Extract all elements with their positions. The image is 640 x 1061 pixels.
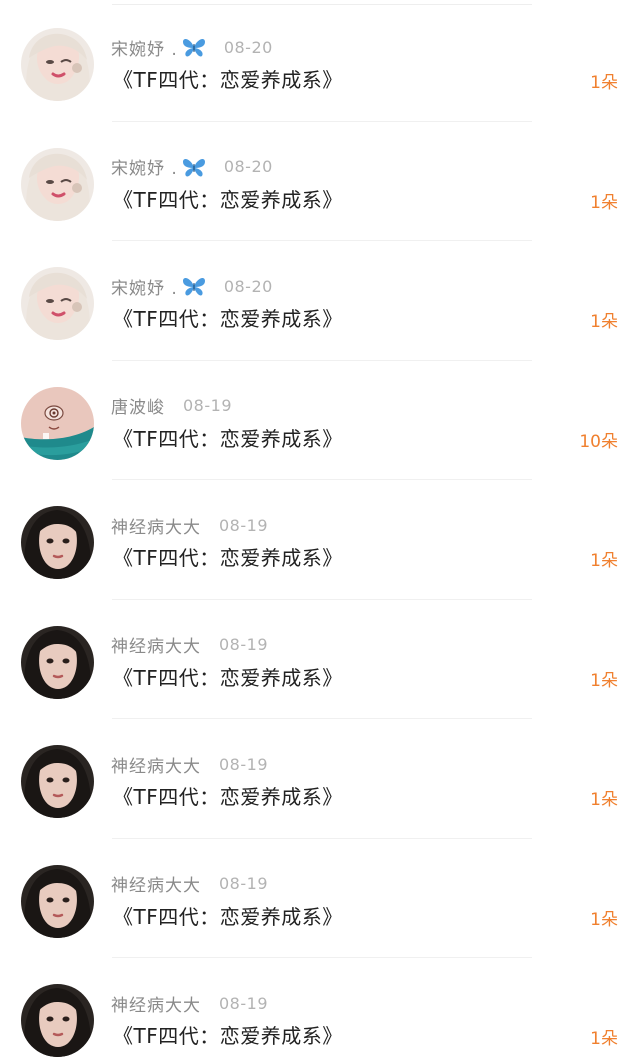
list-item[interactable]: 宋婉妤 . 08-20 《TF四代：恋爱养成系》 1朵 bbox=[0, 241, 640, 361]
gift-count: 10朵 bbox=[579, 431, 618, 452]
list-item[interactable]: 宋婉妤 . 08-20 《TF四代：恋爱养成系》 1朵 bbox=[0, 122, 640, 241]
date: 08-19 bbox=[219, 635, 268, 654]
date: 08-20 bbox=[223, 37, 273, 57]
username[interactable]: 神经病大大 bbox=[111, 632, 201, 657]
butterfly-icon bbox=[182, 275, 206, 297]
book-title[interactable]: 《TF四代：恋爱养成系》 bbox=[113, 303, 343, 332]
username[interactable]: 神经病大大 bbox=[111, 752, 201, 777]
date: 08-19 bbox=[219, 515, 268, 535]
name-line: 唐波峻 08-19 bbox=[111, 394, 232, 418]
date: 08-20 bbox=[223, 157, 273, 176]
name-line: 宋婉妤 . 08-20 bbox=[111, 274, 273, 299]
list-item[interactable]: 宋婉妤 . 08-20 《TF四代：恋爱养成系》 1朵 bbox=[0, 2, 640, 122]
list-item[interactable]: 唐波峻 08-19 《TF四代：恋爱养成系》 10朵 bbox=[0, 361, 640, 480]
book-title[interactable]: 《TF四代：恋爱养成系》 bbox=[113, 901, 343, 930]
gift-count: 1朵 bbox=[590, 1029, 618, 1049]
butterfly-icon bbox=[182, 156, 206, 178]
avatar[interactable] bbox=[21, 386, 94, 460]
butterfly-icon bbox=[182, 36, 206, 58]
avatar[interactable] bbox=[21, 506, 94, 579]
list-item[interactable]: 神经病大大 08-19 《TF四代：恋爱养成系》 1朵 bbox=[0, 839, 640, 958]
book-title[interactable]: 《TF四代：恋爱养成系》 bbox=[113, 662, 343, 691]
name-line: 神经病大大 08-19 bbox=[111, 752, 268, 777]
username[interactable]: 唐波峻 bbox=[111, 393, 165, 418]
username[interactable]: 宋婉妤 . bbox=[111, 154, 178, 179]
name-line: 神经病大大 08-19 bbox=[111, 633, 268, 657]
date: 08-19 bbox=[219, 754, 268, 774]
username[interactable]: 宋婉妤 . bbox=[111, 35, 178, 60]
username[interactable]: 神经病大大 bbox=[111, 871, 201, 896]
avatar[interactable] bbox=[21, 625, 94, 699]
gift-count: 1朵 bbox=[590, 192, 618, 213]
book-title[interactable]: 《TF四代：恋爱养成系》 bbox=[113, 64, 343, 93]
gift-count: 1朵 bbox=[590, 312, 618, 332]
avatar[interactable] bbox=[21, 984, 94, 1057]
avatar[interactable] bbox=[21, 745, 94, 818]
name-line: 神经病大大 08-19 bbox=[111, 513, 268, 538]
date: 08-20 bbox=[223, 276, 273, 296]
avatar[interactable] bbox=[21, 147, 94, 221]
book-title[interactable]: 《TF四代：恋爱养成系》 bbox=[113, 423, 343, 452]
name-line: 宋婉妤 . 08-20 bbox=[111, 155, 273, 179]
gift-count: 1朵 bbox=[590, 551, 618, 571]
username[interactable]: 神经病大大 bbox=[111, 513, 201, 538]
book-title[interactable]: 《TF四代：恋爱养成系》 bbox=[113, 542, 343, 571]
name-line: 宋婉妤 . 08-20 bbox=[111, 35, 273, 60]
gift-count: 1朵 bbox=[590, 73, 618, 93]
date: 08-19 bbox=[183, 396, 232, 415]
book-title[interactable]: 《TF四代：恋爱养成系》 bbox=[113, 184, 343, 213]
username[interactable]: 宋婉妤 . bbox=[111, 274, 178, 299]
date: 08-19 bbox=[219, 993, 268, 1013]
gift-record-list: 宋婉妤 . 08-20 《TF四代：恋爱养成系》 1朵 宋婉妤 . 08-20 … bbox=[0, 2, 640, 1061]
book-title[interactable]: 《TF四代：恋爱养成系》 bbox=[113, 1020, 343, 1049]
list-item[interactable]: 神经病大大 08-19 《TF四代：恋爱养成系》 1朵 bbox=[0, 719, 640, 839]
list-item[interactable]: 神经病大大 08-19 《TF四代：恋爱养成系》 1朵 bbox=[0, 958, 640, 1061]
date: 08-19 bbox=[219, 874, 268, 893]
gift-count: 1朵 bbox=[590, 670, 618, 691]
avatar[interactable] bbox=[21, 267, 94, 340]
list-item[interactable]: 神经病大大 08-19 《TF四代：恋爱养成系》 1朵 bbox=[0, 600, 640, 719]
book-title[interactable]: 《TF四代：恋爱养成系》 bbox=[113, 781, 343, 810]
avatar[interactable] bbox=[21, 28, 94, 101]
name-line: 神经病大大 08-19 bbox=[111, 991, 268, 1016]
gift-count: 1朵 bbox=[590, 909, 618, 930]
list-item[interactable]: 神经病大大 08-19 《TF四代：恋爱养成系》 1朵 bbox=[0, 480, 640, 600]
username[interactable]: 神经病大大 bbox=[111, 991, 201, 1016]
gift-count: 1朵 bbox=[590, 790, 618, 810]
avatar[interactable] bbox=[21, 864, 94, 938]
name-line: 神经病大大 08-19 bbox=[111, 872, 268, 896]
